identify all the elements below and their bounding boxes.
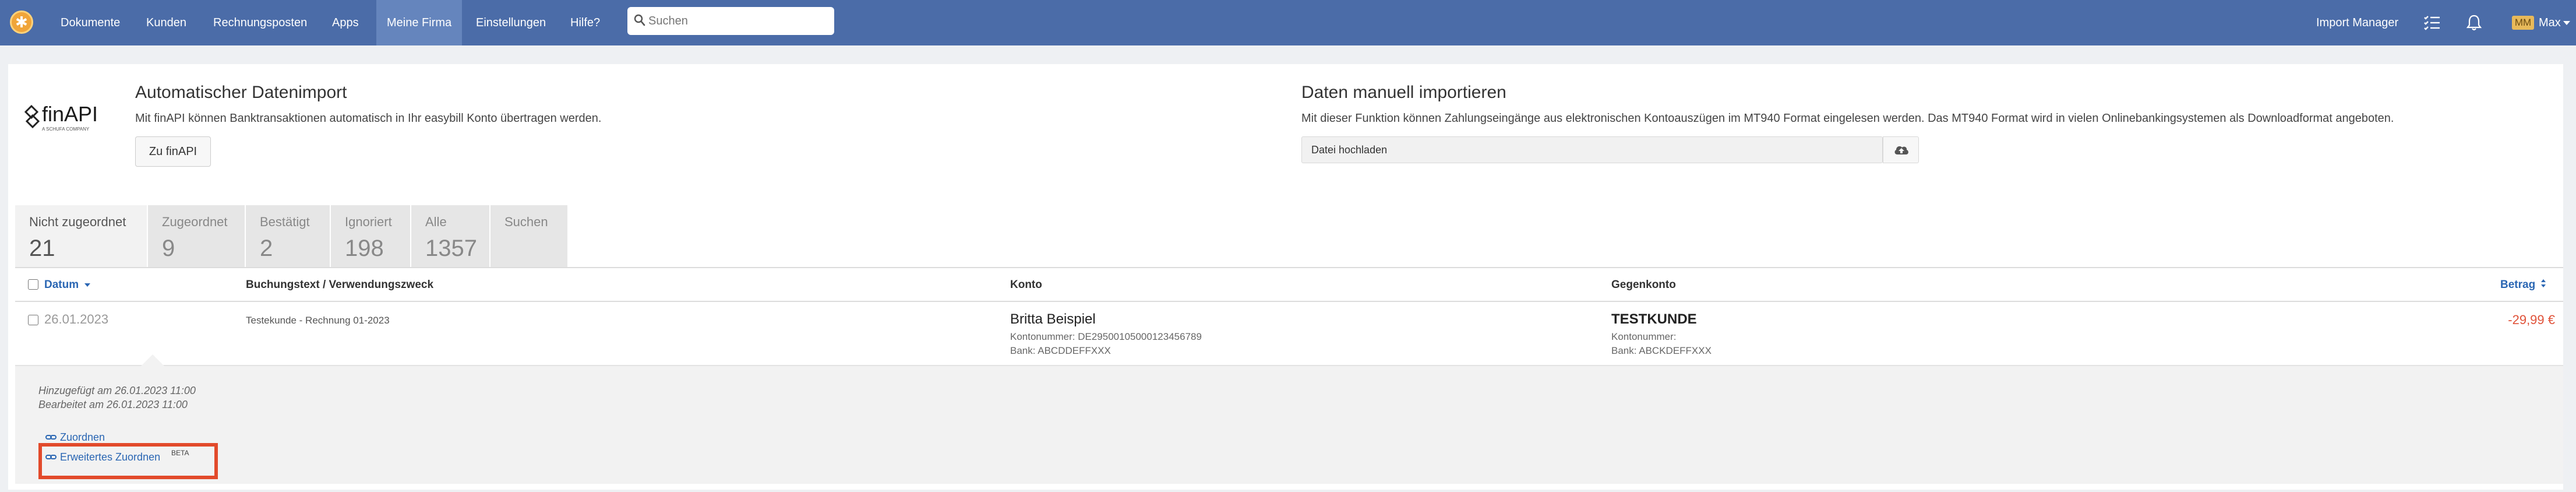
- nav-item-rechnungsposten[interactable]: Rechnungsposten: [213, 0, 307, 45]
- tab-count: 198: [345, 236, 384, 261]
- column-header-betrag[interactable]: Betrag: [2500, 279, 2546, 291]
- tab-label: Alle: [425, 215, 447, 229]
- table-top-border: [15, 267, 2563, 268]
- select-all-checkbox[interactable]: [28, 279, 38, 290]
- tab-count: 2: [260, 236, 273, 261]
- column-header-konto: Konto: [1010, 279, 1042, 291]
- logo-icon[interactable]: ✱: [10, 10, 33, 34]
- nav-item-hilfe[interactable]: Hilfe?: [570, 0, 600, 45]
- cloud-upload-icon: [1894, 146, 1908, 154]
- finapi-logo-text: finAPI: [42, 102, 98, 126]
- tab-label: Suchen: [504, 215, 548, 229]
- file-upload-label: Datei hochladen: [1311, 144, 1388, 156]
- auto-import-description: Mit finAPI können Banktransaktionen auto…: [135, 112, 602, 125]
- highlight-box: [38, 443, 218, 479]
- row-betrag: -29,99 €: [2508, 312, 2555, 327]
- checklist-icon[interactable]: [2422, 13, 2442, 33]
- finapi-logo: finAPI A SCHUFA COMPANY: [24, 102, 98, 132]
- history-edited: Bearbeitet am 26.01.2023 11:00: [38, 399, 188, 410]
- assign-link[interactable]: Zuordnen: [45, 431, 105, 444]
- tab-nicht-zugeordnet[interactable]: Nicht zugeordnet 21: [15, 205, 147, 267]
- to-finapi-button[interactable]: Zu finAPI: [135, 136, 211, 167]
- sort-desc-icon: [84, 283, 91, 287]
- tab-suchen[interactable]: Suchen: [491, 205, 567, 267]
- column-header-datum-label: Datum: [44, 279, 79, 291]
- tab-ignoriert[interactable]: Ignoriert 198: [331, 205, 410, 267]
- row-gegenkonto-bank: Bank: ABCKDEFFXXX: [1611, 345, 1712, 356]
- import-manager-link[interactable]: Import Manager: [2316, 0, 2398, 45]
- nav-item-meine-firma[interactable]: Meine Firma: [376, 0, 463, 45]
- auto-import-title: Automatischer Datenimport: [135, 83, 347, 102]
- nav-item-apps[interactable]: Apps: [332, 0, 359, 45]
- tab-label: Bestätigt: [260, 215, 310, 229]
- nav-item-dokumente[interactable]: Dokumente: [61, 0, 120, 45]
- content-card: finAPI A SCHUFA COMPANY Automatischer Da…: [8, 64, 2563, 490]
- assign-label: Zuordnen: [60, 431, 105, 443]
- row-gegenkonto-nummer: Kontonummer:: [1611, 331, 1677, 342]
- column-header-buchungstext: Buchungstext / Verwendungszweck: [246, 279, 434, 291]
- column-header-betrag-label: Betrag: [2500, 279, 2536, 291]
- avatar[interactable]: MM: [2512, 16, 2534, 30]
- link-icon: [45, 435, 57, 440]
- tab-bestaetigt[interactable]: Bestätigt 2: [246, 205, 330, 267]
- tab-count: 9: [162, 236, 175, 261]
- nav-item-einstellungen[interactable]: Einstellungen: [476, 0, 546, 45]
- column-header-datum[interactable]: Datum: [44, 279, 91, 291]
- nav-item-kunden[interactable]: Kunden: [146, 0, 186, 45]
- search-box[interactable]: [627, 7, 834, 35]
- detail-pointer: [141, 354, 164, 366]
- row-checkbox[interactable]: [28, 315, 38, 325]
- tab-alle[interactable]: Alle 1357: [411, 205, 489, 267]
- row-gegenkonto-name: TESTKUNDE: [1611, 311, 1697, 327]
- search-icon: [634, 14, 645, 26]
- finapi-logo-sub: A SCHUFA COMPANY: [42, 126, 90, 132]
- upload-button[interactable]: [1883, 136, 1919, 163]
- sort-both-icon: [2541, 279, 2546, 287]
- history-added: Hinzugefügt am 26.01.2023 11:00: [38, 385, 196, 396]
- top-navbar: ✱ Dokumente Kunden Rechnungsposten Apps …: [0, 0, 2576, 45]
- tab-zugeordnet[interactable]: Zugeordnet 9: [148, 205, 245, 267]
- search-input[interactable]: [648, 12, 829, 30]
- caret-down-icon[interactable]: [2563, 20, 2570, 26]
- manual-import-description: Mit dieser Funktion können Zahlungseingä…: [1301, 112, 2394, 125]
- tab-count: 1357: [425, 236, 477, 261]
- row-buchungstext: Testekunde - Rechnung 01-2023: [246, 315, 390, 326]
- tab-count: 21: [29, 236, 55, 261]
- row-datum: 26.01.2023: [44, 312, 109, 326]
- user-name[interactable]: Max: [2539, 0, 2561, 45]
- file-upload-field[interactable]: Datei hochladen: [1301, 136, 1883, 163]
- tab-label: Ignoriert: [345, 215, 392, 229]
- tab-label: Zugeordnet: [162, 215, 228, 229]
- tab-label: Nicht zugeordnet: [29, 215, 126, 229]
- row-konto-bank: Bank: ABCDDEFFXXX: [1010, 345, 1111, 356]
- row-konto-nummer: Kontonummer: DE29500105000123456789: [1010, 331, 1202, 342]
- manual-import-title: Daten manuell importieren: [1301, 83, 1506, 102]
- bell-icon[interactable]: [2464, 13, 2484, 33]
- row-detail-panel: [15, 365, 2563, 484]
- column-header-gegenkonto: Gegenkonto: [1611, 279, 1676, 291]
- table-header-border: [15, 301, 2563, 302]
- row-konto-name: Britta Beispiel: [1010, 311, 1096, 327]
